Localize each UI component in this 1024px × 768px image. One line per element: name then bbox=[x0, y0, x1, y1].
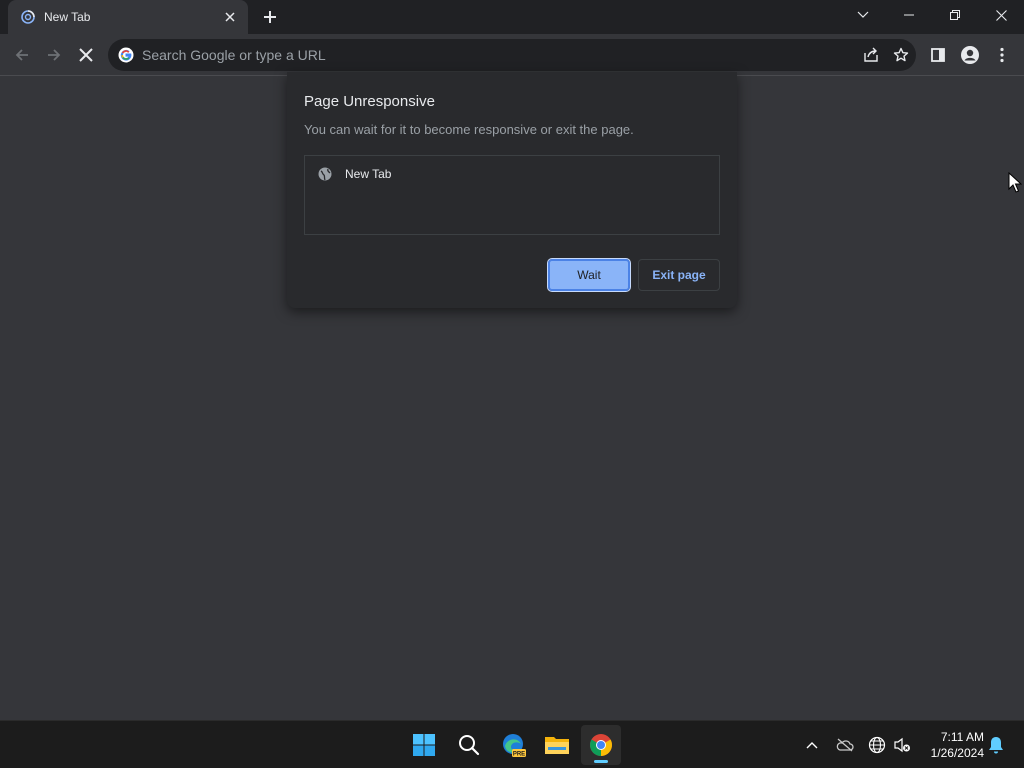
taskbar: PRE 7:11 AM 1/26/2024 bbox=[0, 720, 1024, 768]
system-clock[interactable]: 7:11 AM 1/26/2024 bbox=[922, 729, 984, 761]
svg-text:PRE: PRE bbox=[513, 752, 525, 758]
tab-new-tab[interactable]: New Tab bbox=[8, 0, 248, 34]
toolbar: Search Google or type a URL bbox=[0, 34, 1024, 76]
forward-button[interactable] bbox=[40, 41, 68, 69]
side-panel-icon[interactable] bbox=[924, 41, 952, 69]
stop-loading-button[interactable] bbox=[72, 41, 100, 69]
volume-muted-icon[interactable] bbox=[892, 735, 912, 755]
dialog-message: You can wait for it to become responsive… bbox=[304, 122, 634, 137]
bookmark-star-icon[interactable] bbox=[886, 41, 916, 69]
mouse-cursor-icon bbox=[1008, 171, 1023, 194]
globe-icon bbox=[317, 166, 333, 182]
clock-time: 7:11 AM bbox=[940, 730, 984, 744]
exit-page-button[interactable]: Exit page bbox=[638, 259, 720, 291]
chrome-icon[interactable] bbox=[581, 725, 621, 765]
file-explorer-icon[interactable] bbox=[537, 725, 577, 765]
title-bar: New Tab bbox=[0, 0, 1024, 34]
tab-title: New Tab bbox=[44, 10, 91, 24]
search-icon[interactable] bbox=[449, 725, 489, 765]
unresponsive-pages-list: New Tab bbox=[304, 155, 720, 235]
list-item: New Tab bbox=[317, 166, 391, 182]
new-tab-button[interactable] bbox=[258, 6, 282, 28]
show-hidden-icons-chevron-icon[interactable] bbox=[802, 735, 822, 755]
loading-icon bbox=[20, 9, 36, 25]
page-unresponsive-dialog: Page Unresponsive You can wait for it to… bbox=[287, 72, 737, 308]
tab-search-icon[interactable] bbox=[840, 0, 886, 30]
network-globe-icon[interactable] bbox=[867, 735, 887, 755]
onedrive-cloud-icon[interactable] bbox=[835, 735, 855, 755]
restore-button[interactable] bbox=[932, 0, 978, 30]
clock-date: 1/26/2024 bbox=[930, 746, 984, 760]
notification-bell-icon[interactable] bbox=[986, 735, 1006, 755]
share-icon[interactable] bbox=[856, 41, 886, 69]
dialog-title: Page Unresponsive bbox=[304, 93, 435, 110]
menu-kebab-icon[interactable] bbox=[988, 41, 1016, 69]
omnibox-placeholder: Search Google or type a URL bbox=[142, 47, 326, 63]
page-item-label: New Tab bbox=[345, 167, 392, 181]
start-icon[interactable] bbox=[404, 725, 444, 765]
close-window-button[interactable] bbox=[978, 0, 1024, 30]
google-icon bbox=[118, 47, 134, 63]
back-button[interactable] bbox=[8, 41, 36, 69]
profile-avatar-icon[interactable] bbox=[956, 41, 984, 69]
minimize-button[interactable] bbox=[886, 0, 932, 30]
active-app-indicator bbox=[594, 760, 608, 763]
address-bar[interactable]: Search Google or type a URL bbox=[108, 39, 916, 71]
edge-preview-icon[interactable]: PRE bbox=[494, 725, 534, 765]
close-tab-icon[interactable] bbox=[222, 9, 238, 25]
wait-button[interactable]: Wait bbox=[547, 258, 631, 292]
